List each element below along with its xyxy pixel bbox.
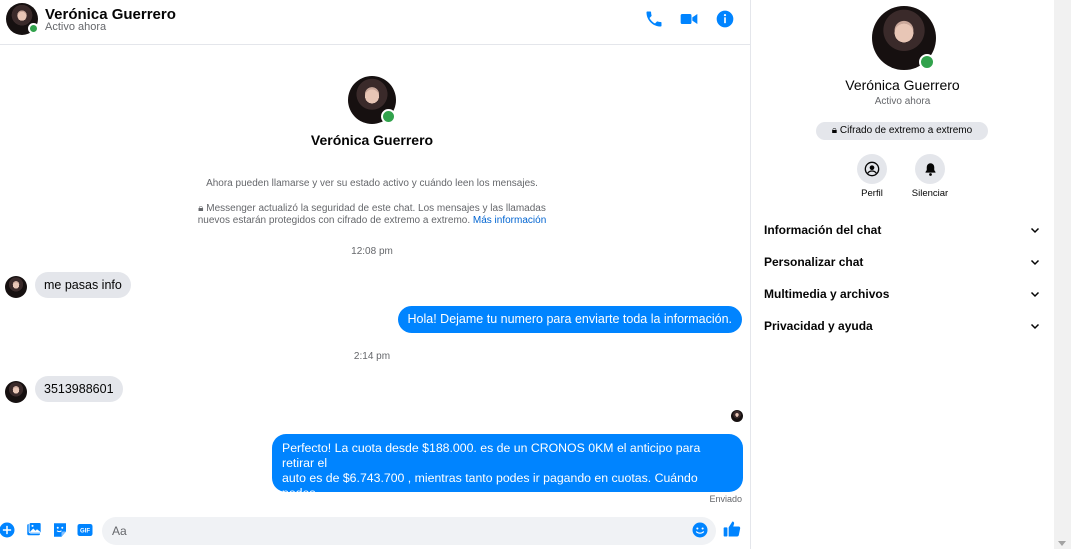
mute-label: Silenciar	[911, 188, 949, 199]
scroll-down-arrow[interactable]	[1058, 541, 1066, 546]
security-line-2: nuevos estarán protegidos con cifrado de…	[197, 215, 471, 226]
section-privacy-help[interactable]: Privacidad y ayuda	[759, 312, 1047, 340]
section-label: Información del chat	[764, 223, 882, 237]
message-input[interactable]	[102, 517, 716, 545]
profile-icon	[864, 161, 880, 177]
section-label: Personalizar chat	[764, 255, 864, 269]
incoming-message[interactable]: me pasas info	[35, 272, 131, 298]
chevron-down-icon	[1030, 259, 1040, 266]
bell-icon	[925, 162, 935, 176]
timestamp: 12:08 pm	[351, 246, 393, 257]
timestamp: 2:14 pm	[353, 351, 391, 362]
info-icon[interactable]	[715, 9, 735, 29]
more-info-link[interactable]: Más información	[473, 215, 546, 226]
message-avatar[interactable]	[5, 381, 27, 403]
intro-contact-name: Verónica Guerrero	[310, 132, 434, 148]
panel-status: Activo ahora	[874, 96, 931, 107]
message-avatar[interactable]	[5, 276, 27, 298]
messenger-app: Verónica Guerrero Activo ahora Verónica …	[0, 0, 1071, 549]
thumbs-up-icon[interactable]	[722, 519, 742, 539]
mute-button[interactable]	[915, 154, 945, 184]
section-customize-chat[interactable]: Personalizar chat	[759, 248, 1047, 276]
sticker-icon[interactable]	[51, 521, 69, 539]
composer: GIF	[0, 514, 750, 549]
message-line: Perfecto! La cuota desde $188.000. es de…	[282, 441, 701, 470]
security-notice: 🔒︎ Messenger actualizó la seguridad de e…	[0, 203, 744, 227]
chat-details-panel: Verónica Guerrero Activo ahora 🔒︎ Cifrad…	[751, 0, 1054, 549]
profile-button[interactable]	[857, 154, 887, 184]
scrollbar[interactable]	[1054, 0, 1071, 549]
section-label: Privacidad y ayuda	[764, 319, 873, 333]
svg-text:GIF: GIF	[80, 529, 90, 535]
photo-icon[interactable]	[25, 521, 43, 539]
e2e-badge-label: Cifrado de extremo a extremo	[839, 125, 973, 136]
status-notice: Ahora pueden llamarse y ver su estado ac…	[206, 178, 538, 189]
security-line-1: Messenger actualizó la seguridad de este…	[206, 203, 546, 214]
emoji-icon[interactable]	[691, 521, 709, 539]
intro-online-indicator	[381, 109, 396, 124]
section-chat-info[interactable]: Información del chat	[759, 216, 1047, 244]
outgoing-message[interactable]: Hola! Dejame tu numero para enviarte tod…	[397, 306, 742, 333]
chat-header: Verónica Guerrero Activo ahora	[0, 0, 750, 45]
message-line: auto es de $6.743.700 , mientras tanto p…	[282, 471, 698, 500]
chevron-down-icon	[1030, 323, 1040, 330]
profile-label: Perfil	[861, 188, 883, 199]
section-media-files[interactable]: Multimedia y archivos	[759, 280, 1047, 308]
lock-icon: 🔒︎	[831, 125, 838, 136]
seen-avatar	[731, 410, 743, 422]
panel-online-indicator	[919, 54, 935, 70]
gif-icon[interactable]: GIF	[76, 521, 94, 539]
panel-contact-name: Verónica Guerrero	[845, 77, 960, 93]
sent-status: Enviado	[709, 494, 742, 504]
video-camera-icon[interactable]	[679, 9, 699, 29]
outgoing-message[interactable]: Perfecto! La cuota desde $188.000. es de…	[272, 434, 743, 515]
lock-icon: 🔒︎	[198, 203, 204, 214]
phone-icon[interactable]	[644, 9, 664, 29]
online-indicator	[28, 23, 39, 34]
e2e-badge[interactable]: 🔒︎ Cifrado de extremo a extremo	[816, 122, 988, 140]
chevron-down-icon	[1030, 227, 1040, 234]
chevron-down-icon	[1030, 291, 1040, 298]
header-status: Activo ahora	[45, 21, 107, 33]
incoming-message[interactable]: 3513988601	[35, 376, 123, 402]
chat-pane: Verónica Guerrero Activo ahora Verónica …	[0, 0, 751, 549]
plus-circle-icon[interactable]	[0, 521, 16, 539]
section-label: Multimedia y archivos	[764, 287, 890, 301]
